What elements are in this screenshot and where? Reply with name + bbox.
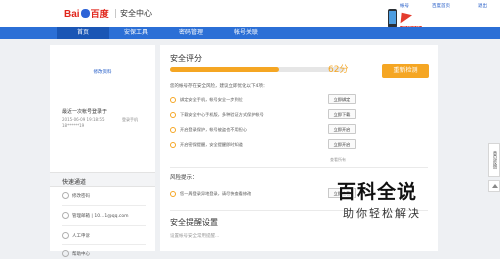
lock-icon xyxy=(62,192,69,199)
risk-item: 绑定安全手机，帐号安全一步到位 立即绑定 xyxy=(170,94,410,106)
warning-icon xyxy=(170,112,176,118)
quick-access-header: 快速通道 xyxy=(50,172,155,187)
mail-icon xyxy=(62,212,69,219)
risk-item-text: 开启登录保护，帐号被盗也不用担心 xyxy=(180,127,248,132)
quick-item-manage-email[interactable]: 管理邮箱 | 10...1@qq.com xyxy=(62,211,152,221)
alert-settings-title: 安全提醒设置 xyxy=(170,218,218,227)
download-now-button[interactable]: 立即下载 xyxy=(328,109,356,119)
alert-settings-note: 设置帐号安全常用提醒... xyxy=(170,234,220,239)
risk-item: 开启密保提醒，安全提醒即时知道 立即开启 xyxy=(170,139,410,151)
quick-item-label: 帮助中心 xyxy=(72,252,90,257)
watermark-subtitle: 助你轻松解决 xyxy=(343,207,421,220)
warning-icon xyxy=(170,191,176,197)
main-nav: 首页 安保工具 密码管理 帐号关联 xyxy=(0,27,500,39)
tab-password-management[interactable]: 密码管理 xyxy=(165,27,217,39)
quick-item-label: 修改密码 xyxy=(72,194,90,199)
enable-now-button[interactable]: 立即开启 xyxy=(328,124,356,134)
view-all-link[interactable]: 查看所有 xyxy=(330,157,346,163)
risk-note: 您的帐号存在安全风险，建议立即优化以下4项： xyxy=(170,84,268,89)
sidebar: 修改资料 最近一次帐号登录于 2015-06-09 19:18:55 登录手机 … xyxy=(50,45,155,257)
edit-profile-link[interactable]: 修改资料 xyxy=(50,69,155,75)
divider xyxy=(170,167,428,168)
enable-now-button[interactable]: 立即开启 xyxy=(328,139,356,149)
quick-access-title: 快速通道 xyxy=(62,179,87,186)
paw-icon xyxy=(80,9,90,18)
risk-item-text: 下载安全中心手机版，多种验证方式保护帐号 xyxy=(180,112,264,117)
person-icon xyxy=(62,232,69,239)
logo-text-bai: Bai xyxy=(64,9,80,20)
score-title: 安全评分 xyxy=(170,54,202,63)
logo-text-baidu: 百度 xyxy=(90,9,109,19)
divider xyxy=(62,205,146,206)
warning-icon xyxy=(170,142,176,148)
baidu-logo[interactable]: Bai 百度 xyxy=(64,7,109,20)
logo-divider xyxy=(115,9,116,18)
warning-icon xyxy=(170,97,176,103)
logout-link[interactable]: 退出 xyxy=(478,3,487,9)
risk-item: 开启登录保护，帐号被盗也不用担心 立即开启 xyxy=(170,124,410,136)
risk-item-text: 开启密保提醒，安全提醒即时知道 xyxy=(180,142,243,147)
tab-home[interactable]: 首页 xyxy=(57,27,109,39)
tab-security-tools[interactable]: 安保工具 xyxy=(110,27,162,39)
risk-item: 下载安全中心手机版，多种验证方式保护帐号 立即下载 xyxy=(170,109,410,121)
divider xyxy=(62,244,146,245)
score-progress-fill xyxy=(170,67,279,72)
quick-item-label: 人工申诉 xyxy=(72,234,90,239)
score-value: 62分 xyxy=(328,65,349,75)
phone-screen xyxy=(389,11,396,24)
tab-account-link[interactable]: 帐号关联 xyxy=(220,27,272,39)
recheck-button[interactable]: 重新检测 xyxy=(382,64,429,78)
risk-tips-title: 风险提示： xyxy=(170,175,198,181)
last-login-title: 最近一次帐号登录于 xyxy=(62,109,108,115)
last-login-phone: 18******19 xyxy=(62,123,85,128)
help-icon xyxy=(62,250,69,257)
warning-icon xyxy=(170,127,176,133)
risk-tip-text: 您一周登录异地登录，请尽快查看修改 xyxy=(180,191,252,196)
quick-item-appeal[interactable]: 人工申诉 xyxy=(62,231,152,241)
feedback-button[interactable]: 意见反馈 xyxy=(488,143,500,177)
last-login-location: 登录手机 xyxy=(122,117,138,122)
watermark-title: 百科全说 xyxy=(337,181,418,203)
bind-now-button[interactable]: 立即绑定 xyxy=(328,94,356,104)
back-to-top-button[interactable] xyxy=(488,180,500,192)
site-title: 安全中心 xyxy=(120,9,152,18)
last-login-time: 2015-06-09 19:18:55 xyxy=(62,117,105,122)
score-progress-bar xyxy=(170,67,345,72)
risk-item-text: 绑定安全手机，帐号安全一步到位 xyxy=(180,97,243,102)
divider xyxy=(62,225,146,226)
quick-item-change-password[interactable]: 修改密码 xyxy=(62,191,152,201)
quick-item-label: 管理邮箱 | 10...1@qq.com xyxy=(72,214,129,219)
mobile-phone-icon[interactable] xyxy=(388,9,397,28)
top-bar: Bai 百度 安全中心 帐号 百度首页 退出 xyxy=(0,0,500,28)
baidu-home-link[interactable]: 百度首页 xyxy=(432,3,450,9)
